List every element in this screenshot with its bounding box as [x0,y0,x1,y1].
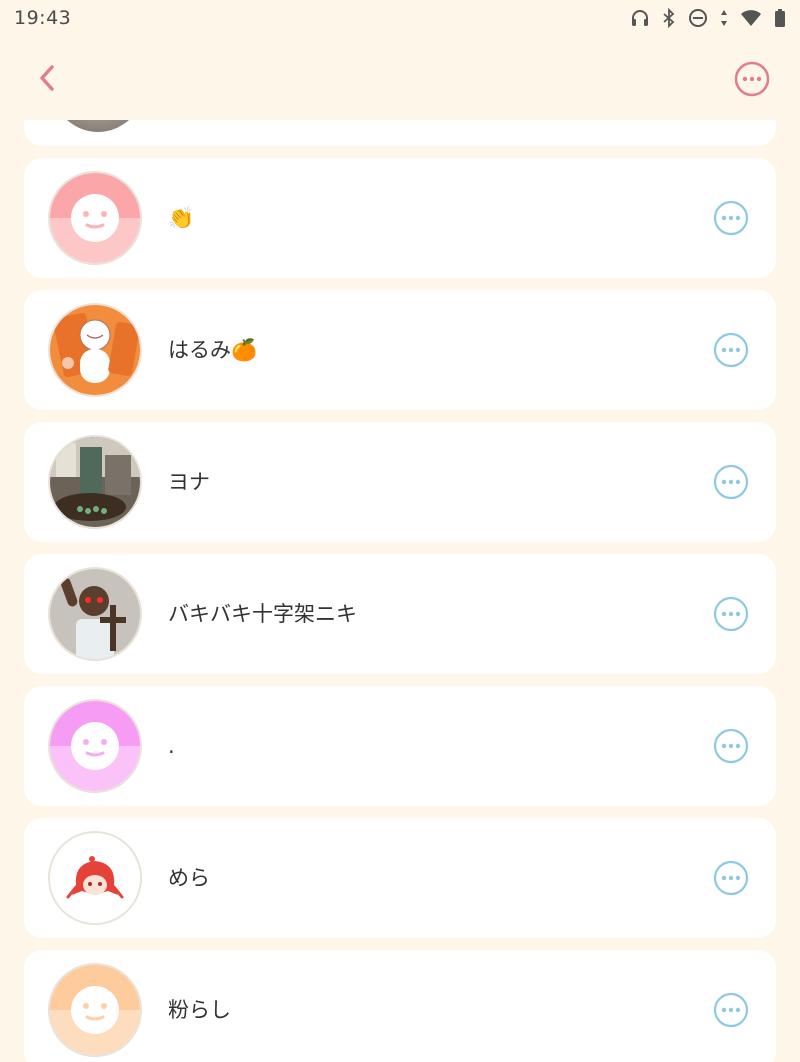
more-options-button[interactable] [734,61,770,97]
more-horizontal-circle-icon [713,464,749,504]
more-horizontal-circle-icon [713,200,749,240]
item-more-button[interactable] [713,464,749,500]
bluetooth-icon [662,8,676,28]
more-horizontal-circle-icon [713,860,749,900]
item-more-button[interactable] [713,596,749,632]
more-horizontal-circle-icon [713,596,749,636]
item-more-button[interactable] [713,860,749,896]
list-item-name: 👏 [168,206,195,230]
list-item-name: ヨナ [168,470,210,494]
status-icons [630,8,786,28]
status-time: 19:43 [14,7,72,29]
list-item-name: バキバキ十字架ニキ [168,602,357,626]
item-more-button[interactable] [713,992,749,1028]
data-arrows-icon [720,8,728,28]
list-item[interactable]: バキバキ十字架ニキ [24,554,776,674]
list-item[interactable]: . [24,686,776,806]
more-horizontal-circle-icon [713,992,749,1032]
more-horizontal-circle-icon [713,332,749,372]
avatar [48,171,142,265]
status-bar: 19:43 [0,0,800,36]
list-item[interactable]: 粉らし [24,950,776,1062]
headphones-icon [630,8,650,28]
list-item[interactable]: 👏 [24,158,776,278]
user-list: 👏 はるみ🍊 ヨナ バキバキ十字架ニキ . めら 粉らし [0,120,800,1062]
back-button[interactable] [32,60,64,96]
list-item-name: . [168,734,175,758]
more-horizontal-circle-icon [713,728,749,768]
avatar [48,963,142,1057]
battery-icon [774,8,786,28]
item-more-button[interactable] [713,332,749,368]
avatar [48,699,142,793]
do-not-disturb-icon [688,8,708,28]
avatar [48,435,142,529]
wifi-icon [740,9,762,27]
list-item-name: はるみ🍊 [168,338,258,362]
item-more-button[interactable] [713,728,749,764]
list-item[interactable]: はるみ🍊 [24,290,776,410]
list-item-name: めら [168,866,210,890]
avatar [48,831,142,925]
list-item[interactable]: ヨナ [24,422,776,542]
avatar [48,567,142,661]
item-more-button[interactable] [713,200,749,236]
more-horizontal-circle-icon [734,61,770,101]
avatar [48,303,142,397]
list-item-partial[interactable] [24,120,776,146]
chevron-left-icon [32,65,64,100]
list-item-name: 粉らし [168,998,231,1022]
list-item[interactable]: めら [24,818,776,938]
app-bar [0,36,800,120]
